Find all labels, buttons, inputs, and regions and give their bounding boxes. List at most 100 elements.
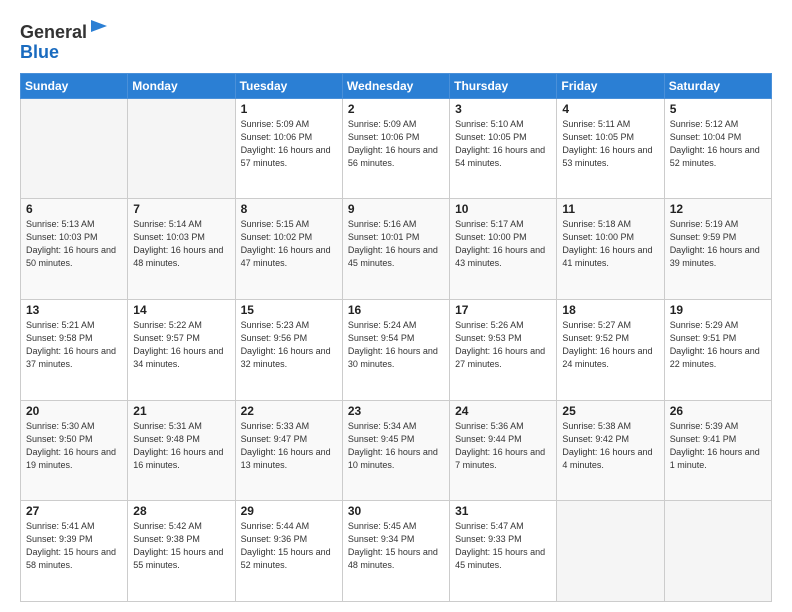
calendar-week-row: 13 Sunrise: 5:21 AM Sunset: 9:58 PM Dayli…	[21, 299, 772, 400]
day-info: Sunrise: 5:30 AM Sunset: 9:50 PM Dayligh…	[26, 420, 122, 472]
day-number: 18	[562, 303, 658, 317]
day-number: 22	[241, 404, 337, 418]
day-info: Sunrise: 5:17 AM Sunset: 10:00 PM Daylig…	[455, 218, 551, 270]
day-info: Sunrise: 5:31 AM Sunset: 9:48 PM Dayligh…	[133, 420, 229, 472]
calendar-cell: 25 Sunrise: 5:38 AM Sunset: 9:42 PM Dayli…	[557, 400, 664, 501]
day-info: Sunrise: 5:13 AM Sunset: 10:03 PM Daylig…	[26, 218, 122, 270]
calendar-cell: 1 Sunrise: 5:09 AM Sunset: 10:06 PM Dayli…	[235, 98, 342, 199]
calendar-cell: 7 Sunrise: 5:14 AM Sunset: 10:03 PM Dayli…	[128, 199, 235, 300]
day-number: 29	[241, 504, 337, 518]
day-number: 6	[26, 202, 122, 216]
calendar-cell: 12 Sunrise: 5:19 AM Sunset: 9:59 PM Dayli…	[664, 199, 771, 300]
day-number: 19	[670, 303, 766, 317]
calendar-cell: 13 Sunrise: 5:21 AM Sunset: 9:58 PM Dayli…	[21, 299, 128, 400]
calendar-cell: 27Sunrise: 5:41 AM Sunset: 9:39 PM Dayli…	[21, 501, 128, 602]
day-info: Sunrise: 5:42 AM Sunset: 9:38 PM Dayligh…	[133, 520, 229, 572]
logo: General Blue	[20, 18, 109, 63]
calendar-header-row: SundayMondayTuesdayWednesdayThursdayFrid…	[21, 73, 772, 98]
weekday-header: Wednesday	[342, 73, 449, 98]
day-number: 27	[26, 504, 122, 518]
calendar-cell: 5Sunrise: 5:12 AM Sunset: 10:04 PM Dayli…	[664, 98, 771, 199]
day-number: 3	[455, 102, 551, 116]
day-info: Sunrise: 5:36 AM Sunset: 9:44 PM Dayligh…	[455, 420, 551, 472]
day-number: 1	[241, 102, 337, 116]
day-info: Sunrise: 5:27 AM Sunset: 9:52 PM Dayligh…	[562, 319, 658, 371]
day-number: 17	[455, 303, 551, 317]
day-number: 16	[348, 303, 444, 317]
calendar-cell: 18 Sunrise: 5:27 AM Sunset: 9:52 PM Dayli…	[557, 299, 664, 400]
calendar-cell	[21, 98, 128, 199]
day-info: Sunrise: 5:09 AM Sunset: 10:06 PM Daylig…	[348, 118, 444, 170]
logo-flag-icon	[89, 18, 109, 38]
calendar-cell	[557, 501, 664, 602]
day-info: Sunrise: 5:15 AM Sunset: 10:02 PM Daylig…	[241, 218, 337, 270]
day-number: 31	[455, 504, 551, 518]
day-info: Sunrise: 5:34 AM Sunset: 9:45 PM Dayligh…	[348, 420, 444, 472]
calendar-cell: 29Sunrise: 5:44 AM Sunset: 9:36 PM Dayli…	[235, 501, 342, 602]
calendar-week-row: 6 Sunrise: 5:13 AM Sunset: 10:03 PM Dayli…	[21, 199, 772, 300]
calendar-cell: 9Sunrise: 5:16 AM Sunset: 10:01 PM Dayli…	[342, 199, 449, 300]
day-number: 10	[455, 202, 551, 216]
day-info: Sunrise: 5:38 AM Sunset: 9:42 PM Dayligh…	[562, 420, 658, 472]
day-info: Sunrise: 5:29 AM Sunset: 9:51 PM Dayligh…	[670, 319, 766, 371]
calendar-cell: 21 Sunrise: 5:31 AM Sunset: 9:48 PM Dayli…	[128, 400, 235, 501]
day-number: 13	[26, 303, 122, 317]
calendar-cell: 30 Sunrise: 5:45 AM Sunset: 9:34 PM Dayli…	[342, 501, 449, 602]
day-info: Sunrise: 5:09 AM Sunset: 10:06 PM Daylig…	[241, 118, 337, 170]
calendar-cell: 26Sunrise: 5:39 AM Sunset: 9:41 PM Dayli…	[664, 400, 771, 501]
calendar-cell: 28 Sunrise: 5:42 AM Sunset: 9:38 PM Dayli…	[128, 501, 235, 602]
calendar-cell: 19 Sunrise: 5:29 AM Sunset: 9:51 PM Dayli…	[664, 299, 771, 400]
day-info: Sunrise: 5:19 AM Sunset: 9:59 PM Dayligh…	[670, 218, 766, 270]
page: General Blue SundayMondayTuesdayWednesda…	[0, 0, 792, 612]
day-number: 28	[133, 504, 229, 518]
calendar-cell: 6 Sunrise: 5:13 AM Sunset: 10:03 PM Dayli…	[21, 199, 128, 300]
day-number: 15	[241, 303, 337, 317]
day-info: Sunrise: 5:45 AM Sunset: 9:34 PM Dayligh…	[348, 520, 444, 572]
day-number: 23	[348, 404, 444, 418]
day-number: 25	[562, 404, 658, 418]
day-info: Sunrise: 5:11 AM Sunset: 10:05 PM Daylig…	[562, 118, 658, 170]
calendar-cell: 22 Sunrise: 5:33 AM Sunset: 9:47 PM Dayli…	[235, 400, 342, 501]
weekday-header: Thursday	[450, 73, 557, 98]
day-number: 26	[670, 404, 766, 418]
day-info: Sunrise: 5:14 AM Sunset: 10:03 PM Daylig…	[133, 218, 229, 270]
day-number: 2	[348, 102, 444, 116]
day-number: 14	[133, 303, 229, 317]
day-info: Sunrise: 5:16 AM Sunset: 10:01 PM Daylig…	[348, 218, 444, 270]
calendar-cell: 10 Sunrise: 5:17 AM Sunset: 10:00 PM Dayl…	[450, 199, 557, 300]
day-info: Sunrise: 5:33 AM Sunset: 9:47 PM Dayligh…	[241, 420, 337, 472]
calendar-cell: 24 Sunrise: 5:36 AM Sunset: 9:44 PM Dayli…	[450, 400, 557, 501]
calendar-table: SundayMondayTuesdayWednesdayThursdayFrid…	[20, 73, 772, 602]
day-number: 7	[133, 202, 229, 216]
day-info: Sunrise: 5:12 AM Sunset: 10:04 PM Daylig…	[670, 118, 766, 170]
day-number: 12	[670, 202, 766, 216]
day-info: Sunrise: 5:21 AM Sunset: 9:58 PM Dayligh…	[26, 319, 122, 371]
day-info: Sunrise: 5:47 AM Sunset: 9:33 PM Dayligh…	[455, 520, 551, 572]
calendar-cell: 3 Sunrise: 5:10 AM Sunset: 10:05 PM Dayli…	[450, 98, 557, 199]
calendar-week-row: 20 Sunrise: 5:30 AM Sunset: 9:50 PM Dayli…	[21, 400, 772, 501]
day-number: 8	[241, 202, 337, 216]
calendar-cell	[128, 98, 235, 199]
day-number: 30	[348, 504, 444, 518]
calendar-cell: 20 Sunrise: 5:30 AM Sunset: 9:50 PM Dayli…	[21, 400, 128, 501]
day-number: 11	[562, 202, 658, 216]
day-info: Sunrise: 5:26 AM Sunset: 9:53 PM Dayligh…	[455, 319, 551, 371]
day-info: Sunrise: 5:22 AM Sunset: 9:57 PM Dayligh…	[133, 319, 229, 371]
day-info: Sunrise: 5:10 AM Sunset: 10:05 PM Daylig…	[455, 118, 551, 170]
calendar-cell: 15 Sunrise: 5:23 AM Sunset: 9:56 PM Dayli…	[235, 299, 342, 400]
header: General Blue	[20, 18, 772, 63]
day-number: 4	[562, 102, 658, 116]
calendar-cell: 17 Sunrise: 5:26 AM Sunset: 9:53 PM Dayli…	[450, 299, 557, 400]
day-info: Sunrise: 5:24 AM Sunset: 9:54 PM Dayligh…	[348, 319, 444, 371]
day-info: Sunrise: 5:23 AM Sunset: 9:56 PM Dayligh…	[241, 319, 337, 371]
day-number: 24	[455, 404, 551, 418]
calendar-cell	[664, 501, 771, 602]
calendar-cell: 31 Sunrise: 5:47 AM Sunset: 9:33 PM Dayli…	[450, 501, 557, 602]
weekday-header: Saturday	[664, 73, 771, 98]
weekday-header: Monday	[128, 73, 235, 98]
day-number: 21	[133, 404, 229, 418]
day-number: 20	[26, 404, 122, 418]
calendar-cell: 2 Sunrise: 5:09 AM Sunset: 10:06 PM Dayli…	[342, 98, 449, 199]
calendar-cell: 23 Sunrise: 5:34 AM Sunset: 9:45 PM Dayli…	[342, 400, 449, 501]
weekday-header: Tuesday	[235, 73, 342, 98]
